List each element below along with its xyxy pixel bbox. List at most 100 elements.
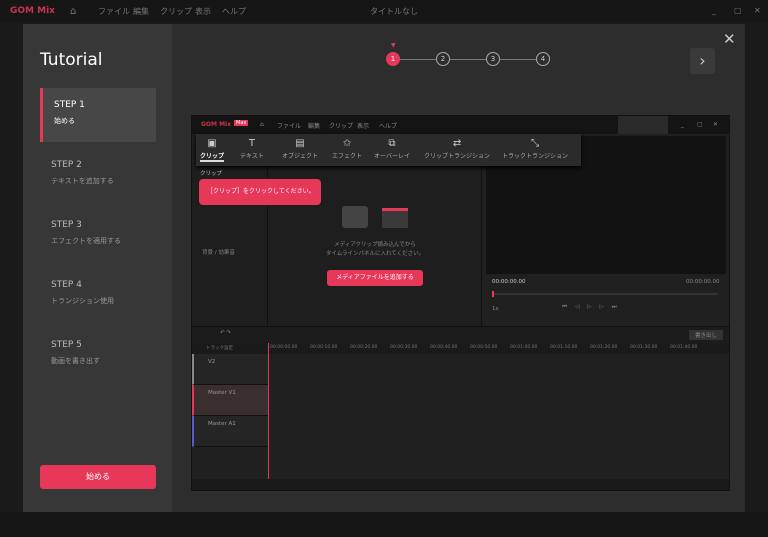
media-hint: メディアクリップ読み込んでから bbox=[334, 242, 416, 248]
media-hint: タイムラインパネルに入れてください。 bbox=[325, 251, 425, 257]
sidebar-clip: クリップ bbox=[200, 171, 223, 177]
menu-help[interactable]: ヘルプ bbox=[222, 6, 246, 17]
tutorial-dialog: Tutorial STEP 1 始める STEP 2 テキストを追加する STEP … bbox=[23, 24, 745, 512]
step-desc: エフェクトを適用する bbox=[51, 237, 121, 245]
menu-file[interactable]: ファイル bbox=[98, 6, 130, 17]
preview-account-area bbox=[618, 116, 668, 134]
close-icon: ✕ bbox=[713, 121, 719, 128]
ruler-label: 00:01:30.00 bbox=[630, 345, 658, 350]
preview-menu-item: 表示 bbox=[357, 123, 370, 130]
step-label: STEP 3 bbox=[51, 220, 82, 230]
ruler-label: 00:00:30.00 bbox=[390, 345, 418, 350]
next-button[interactable]: › bbox=[690, 48, 715, 74]
minimize-icon: _ bbox=[681, 121, 684, 128]
preview-title-bar: GOM Mix Max ⌂ ファイル 編集 クリップ 表示 ヘルプ _ ▢ ✕ bbox=[192, 116, 729, 134]
ruler-label: 00:01:10.00 bbox=[550, 345, 578, 350]
ruler-label: 00:00:00.00 bbox=[270, 345, 298, 350]
sidebar-bgm: 背景 / 効果音 bbox=[202, 250, 235, 256]
preview-logo: GOM Mix bbox=[201, 121, 231, 128]
step-2[interactable]: STEP 2 テキストを追加する bbox=[40, 148, 156, 202]
home-icon[interactable]: ⌂ bbox=[70, 6, 76, 17]
current-time: 00:00:00.00 bbox=[492, 279, 526, 285]
export-button: 書き出し bbox=[688, 330, 723, 340]
undo-redo-icon: ↶ ↷ bbox=[220, 330, 231, 336]
tool-track-transition: ⤡ トラックトランジション bbox=[502, 138, 569, 160]
current-page-marker-icon: ▼ bbox=[391, 42, 396, 49]
preview-menu-item: クリップ bbox=[329, 123, 354, 130]
step-1[interactable]: STEP 1 始める bbox=[40, 88, 156, 142]
speed: 1x bbox=[492, 306, 499, 312]
object-icon: ▤ bbox=[295, 138, 305, 149]
preview-menu-item: ヘルプ bbox=[379, 123, 398, 130]
ruler-label: 00:01:20.00 bbox=[590, 345, 618, 350]
playhead bbox=[268, 343, 269, 480]
step-label: STEP 5 bbox=[51, 340, 82, 350]
menu-view[interactable]: 表示 bbox=[195, 6, 211, 17]
ruler-label: 00:00:20.00 bbox=[350, 345, 378, 350]
track-master-v1: Master V1 bbox=[192, 385, 268, 416]
start-button[interactable]: 始める bbox=[40, 465, 156, 489]
ruler-label: 00:00:40.00 bbox=[430, 345, 458, 350]
tutorial-sidebar: Tutorial STEP 1 始める STEP 2 テキストを追加する STEP … bbox=[23, 24, 172, 512]
home-icon: ⌂ bbox=[260, 121, 264, 128]
app-status-bar bbox=[0, 512, 768, 537]
ruler-label: 00:01:40.00 bbox=[670, 345, 698, 350]
timeline-ruler: トラック設定 00:00:00.00 00:00:10.00 00:00:20.… bbox=[192, 343, 729, 354]
overlay-icon: ⧉ bbox=[388, 138, 396, 149]
step-3[interactable]: STEP 3 エフェクトを適用する bbox=[40, 208, 156, 262]
step-desc: 動画を書き出す bbox=[51, 357, 100, 365]
playback-controls-icon: ⏮◁▷▷⏭ bbox=[562, 304, 625, 310]
page-dot-2[interactable]: 2 bbox=[436, 52, 450, 66]
menu-clip[interactable]: クリップ bbox=[160, 6, 192, 17]
timeline-illustration-icon bbox=[382, 208, 408, 228]
text-icon: T bbox=[248, 138, 255, 149]
tool-clip: ▣ クリップ bbox=[200, 138, 225, 162]
ruler-label: 00:00:10.00 bbox=[310, 345, 338, 350]
step-label: STEP 1 bbox=[54, 100, 85, 110]
menu-edit[interactable]: 編集 bbox=[133, 6, 149, 17]
tool-text: T テキスト bbox=[240, 138, 264, 160]
minimize-icon[interactable]: _ bbox=[712, 6, 716, 15]
seek-bar bbox=[492, 291, 718, 297]
page-dot-3[interactable]: 3 bbox=[486, 52, 500, 66]
window-close-icon[interactable]: ✕ bbox=[754, 6, 761, 15]
tool-effect: ✩ エフェクト bbox=[332, 138, 363, 160]
maximize-icon: ▢ bbox=[697, 121, 703, 128]
step-desc: 始める bbox=[54, 117, 75, 125]
tutorial-screenshot: GOM Mix Max ⌂ ファイル 編集 クリップ 表示 ヘルプ _ ▢ ✕ … bbox=[191, 115, 730, 491]
preview-toolbar: ▣ クリップ T テキスト ▤ オブジェクト ✩ エフェクト ⧉ オーバーレイ ⇄ クリップ… bbox=[196, 134, 581, 166]
add-media-button: メディアファイルを追加する bbox=[327, 270, 423, 286]
document-title: タイトルなし bbox=[370, 7, 418, 16]
max-badge: Max bbox=[234, 120, 249, 126]
step-desc: トランジション使用 bbox=[51, 297, 114, 305]
timeline-zoom-bar bbox=[192, 479, 729, 490]
effect-icon: ✩ bbox=[342, 138, 352, 149]
tool-overlay: ⧉ オーバーレイ bbox=[374, 138, 410, 160]
step-desc: テキストを追加する bbox=[51, 177, 114, 185]
folder-illustration-icon bbox=[342, 206, 368, 228]
timeline-toolbar: ↶ ↷ 書き出し bbox=[192, 326, 729, 343]
track-v2: V2 bbox=[192, 354, 268, 385]
track-settings: トラック設定 bbox=[206, 346, 233, 351]
app-logo: GOM Mix bbox=[10, 6, 55, 16]
maximize-icon[interactable]: ▢ bbox=[734, 6, 742, 15]
preview-menu-item: ファイル bbox=[277, 123, 302, 130]
step-label: STEP 4 bbox=[51, 280, 82, 290]
track-transition-icon: ⤡ bbox=[531, 138, 539, 149]
track-master-a1: Master A1 bbox=[192, 416, 268, 447]
ruler-label: 00:00:50.00 bbox=[470, 345, 498, 350]
preview-menu-item: 編集 bbox=[308, 123, 321, 130]
instruction-tooltip: ［クリップ］をクリックしてください。 bbox=[199, 179, 321, 205]
step-label: STEP 2 bbox=[51, 160, 82, 170]
step-5[interactable]: STEP 5 動画を書き出す bbox=[40, 328, 156, 382]
clip-transition-icon: ⇄ bbox=[452, 138, 462, 149]
page-dot-4[interactable]: 4 bbox=[536, 52, 550, 66]
close-icon[interactable]: ✕ bbox=[723, 30, 736, 48]
ruler-label: 00:01:00.00 bbox=[510, 345, 538, 350]
step-4[interactable]: STEP 4 トランジション使用 bbox=[40, 268, 156, 322]
clip-icon: ▣ bbox=[207, 138, 217, 149]
page-progress-line bbox=[400, 59, 550, 60]
tutorial-title: Tutorial bbox=[40, 50, 103, 70]
total-time: 00:00:00.00 bbox=[686, 279, 720, 285]
page-dot-1[interactable]: 1 bbox=[386, 52, 400, 66]
